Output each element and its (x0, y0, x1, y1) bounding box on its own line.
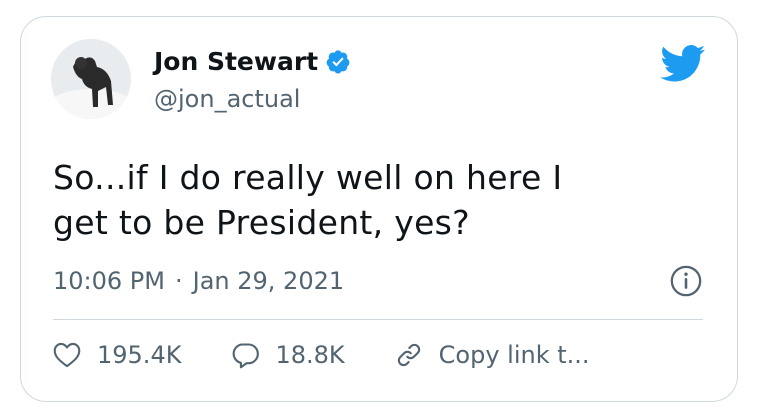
tweet-card[interactable]: Jon Stewart @jon_actual So...if I do rea… (20, 16, 738, 402)
verified-badge-icon (326, 50, 350, 74)
like-button[interactable]: 195.4K (53, 341, 181, 369)
tweet-text-line: get to be President, yes? (53, 203, 470, 242)
like-count: 195.4K (97, 341, 182, 369)
divider (53, 319, 703, 320)
reply-icon (233, 343, 260, 369)
tweet-time: 10:06 PM (53, 267, 165, 295)
meta-separator: · (174, 267, 183, 295)
tweet-text-line: So...if I do really well on here I (53, 158, 563, 197)
tweet-date: Jan 29, 2021 (192, 267, 345, 295)
twitter-bird-icon[interactable] (660, 45, 706, 83)
copy-link-button[interactable]: Copy link t... (395, 341, 590, 369)
info-icon[interactable] (669, 264, 703, 298)
tweet-timestamp[interactable]: 10:06 PM · Jan 29, 2021 (53, 267, 344, 295)
heart-icon (53, 342, 81, 368)
reply-button[interactable]: 18.8K (231, 341, 345, 369)
link-icon (397, 343, 420, 367)
avatar[interactable] (51, 39, 131, 119)
author-row: Jon Stewart (154, 47, 351, 77)
copy-link-label: Copy link t... (438, 341, 590, 369)
action-bar: 195.4K 18.8K Copy link t... (53, 341, 640, 369)
avatar-photo (51, 39, 131, 119)
reply-count: 18.8K (275, 341, 345, 369)
tweet-text: So...if I do really well on here I get t… (53, 155, 703, 245)
author-handle[interactable]: @jon_actual (154, 84, 300, 114)
author-name[interactable]: Jon Stewart (154, 47, 318, 77)
